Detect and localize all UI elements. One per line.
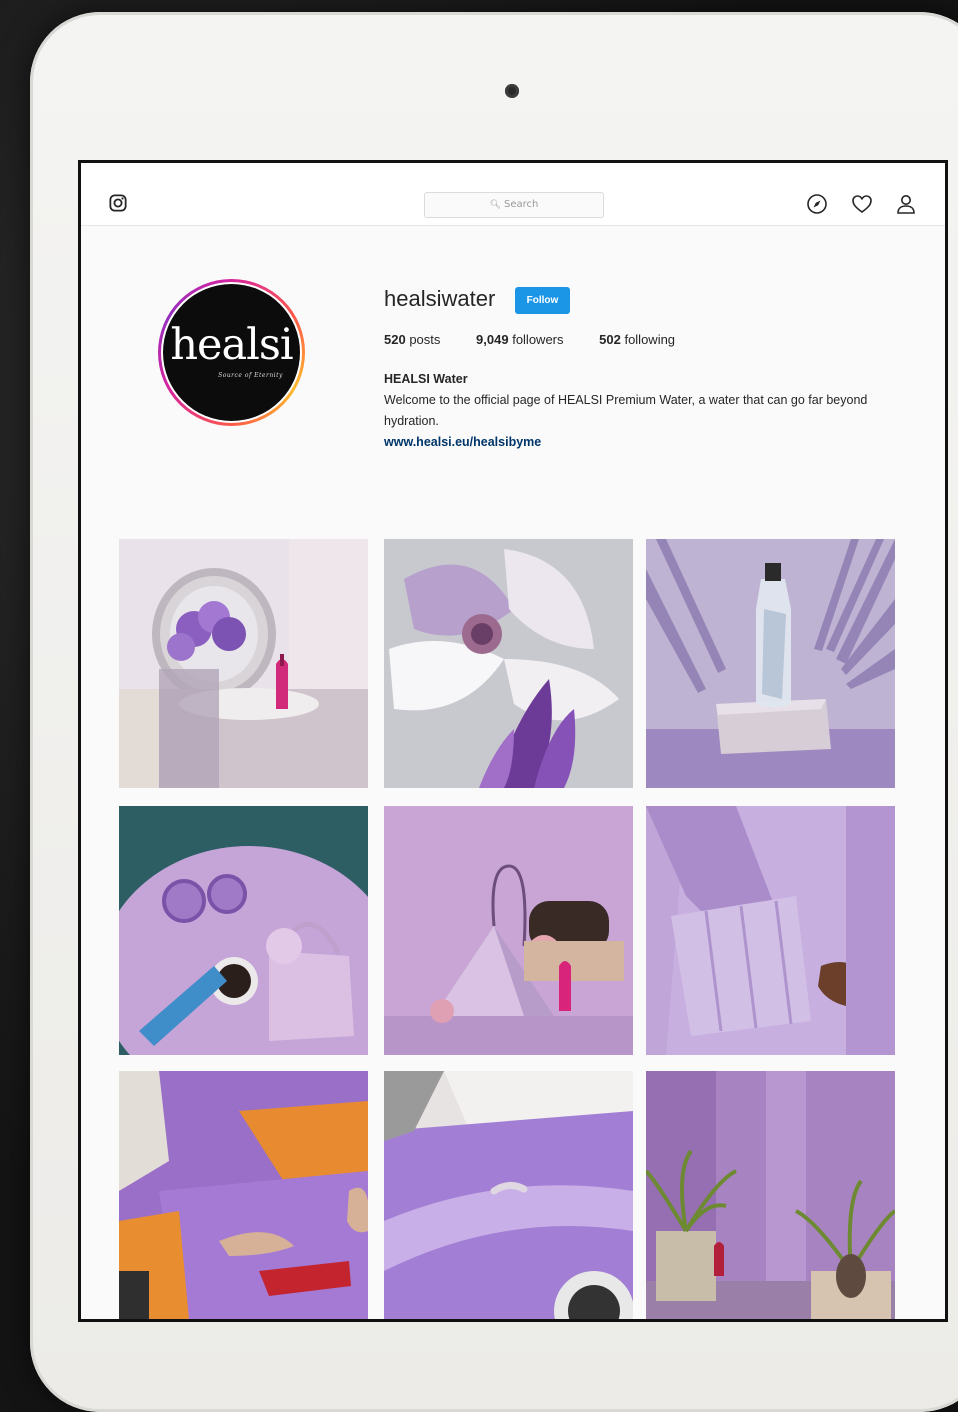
heart-icon[interactable] bbox=[851, 193, 873, 215]
post-image-palm-plants bbox=[646, 1071, 895, 1319]
search-input[interactable]: 🔍︎ Search bbox=[424, 192, 604, 218]
profile-username: healsiwater bbox=[384, 286, 496, 311]
post-image-table-handbag bbox=[119, 806, 368, 1055]
post-tile[interactable] bbox=[119, 1071, 368, 1319]
posts-count: 520 bbox=[384, 332, 406, 347]
bio-text: Welcome to the official page of HEALSI P… bbox=[384, 393, 868, 428]
bio-link[interactable]: www.healsi.eu/healsibyme bbox=[384, 432, 894, 453]
post-image-lilac-outfit bbox=[646, 806, 895, 1055]
profile-avatar-ring[interactable]: healsi Source of Eternity bbox=[158, 279, 305, 426]
post-tile[interactable] bbox=[119, 539, 368, 788]
followers-label: followers bbox=[512, 332, 564, 347]
posts-stat: 520 posts bbox=[384, 332, 440, 347]
follow-button[interactable]: Follow bbox=[515, 287, 570, 314]
person-icon[interactable] bbox=[895, 193, 917, 215]
post-image-magnolia bbox=[384, 539, 633, 788]
following-count: 502 bbox=[599, 332, 621, 347]
post-tile[interactable] bbox=[646, 539, 895, 788]
bio-name: HEALSI Water bbox=[384, 372, 468, 386]
followers-count: 9,049 bbox=[476, 332, 509, 347]
post-tile[interactable] bbox=[384, 1071, 633, 1319]
avatar: healsi Source of Eternity bbox=[163, 284, 300, 421]
post-image-vanity bbox=[119, 539, 368, 788]
front-camera bbox=[505, 84, 519, 98]
search-placeholder: Search bbox=[504, 199, 539, 210]
tablet-screen: 🔍︎ Search healsi Source of Eternity heals… bbox=[78, 160, 948, 1322]
posts-grid bbox=[119, 539, 899, 1319]
search-icon: 🔍︎ bbox=[489, 200, 502, 210]
top-nav-bar: 🔍︎ Search bbox=[81, 163, 945, 226]
post-tile[interactable] bbox=[646, 806, 895, 1055]
post-tile[interactable] bbox=[384, 539, 633, 788]
following-stat[interactable]: 502 following bbox=[599, 332, 675, 347]
posts-label: posts bbox=[409, 332, 441, 347]
instagram-logo-icon[interactable] bbox=[109, 194, 127, 212]
profile-stats: 520 posts 9,049 followers 502 following bbox=[384, 332, 707, 347]
avatar-tagline: Source of Eternity bbox=[218, 372, 283, 379]
post-tile[interactable] bbox=[119, 806, 368, 1055]
profile-bio: HEALSI Water Welcome to the official pag… bbox=[384, 369, 894, 453]
post-image-origami-bag bbox=[384, 806, 633, 1055]
instagram-page: 🔍︎ Search healsi Source of Eternity heals… bbox=[81, 163, 945, 1319]
post-image-bottle-stone bbox=[646, 539, 895, 788]
post-tile[interactable] bbox=[384, 806, 633, 1055]
post-image-woman-lilac-dress bbox=[119, 1071, 368, 1319]
avatar-brand-text: healsi bbox=[170, 320, 293, 370]
following-label: following bbox=[624, 332, 676, 347]
post-image-lilac-car bbox=[384, 1071, 633, 1319]
compass-icon[interactable] bbox=[806, 193, 828, 215]
followers-stat[interactable]: 9,049 followers bbox=[476, 332, 563, 347]
post-tile[interactable] bbox=[646, 1071, 895, 1319]
